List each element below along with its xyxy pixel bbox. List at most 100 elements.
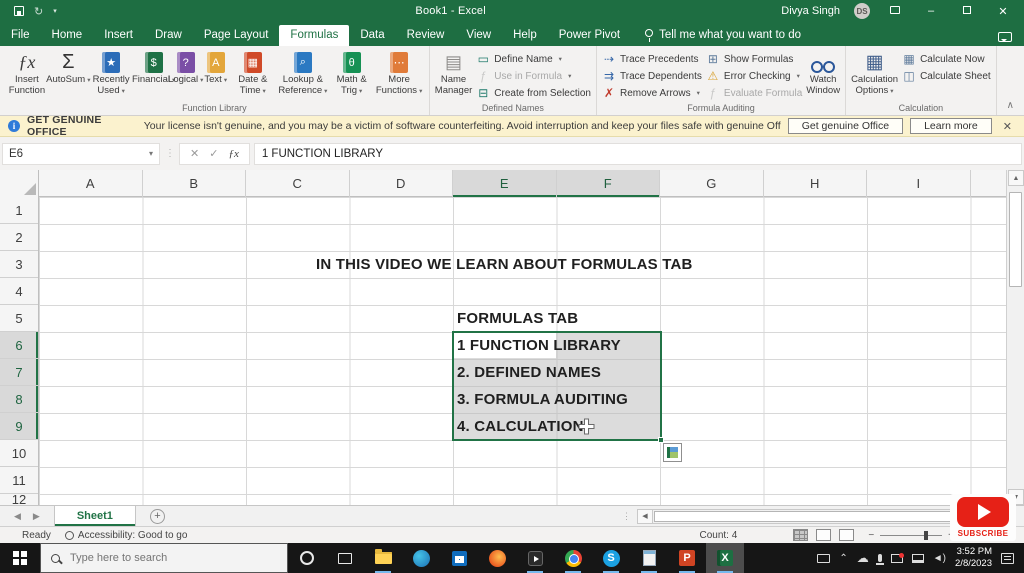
column-header-a[interactable]: A — [39, 170, 143, 197]
taskbar-app-chrome[interactable] — [554, 543, 592, 573]
row-header-5[interactable]: 5 — [0, 305, 38, 332]
math-trig-button[interactable]: θ Math & Trig ▾ — [331, 48, 373, 96]
screen-recorder-icon[interactable] — [890, 552, 904, 563]
learn-more-button[interactable]: Learn more — [910, 118, 992, 134]
calculation-options-button[interactable]: ▦ Calculation Options ▾ — [849, 48, 900, 96]
column-header-h[interactable]: H — [764, 170, 867, 197]
qat-dropdown-icon[interactable]: ▾ — [53, 7, 57, 15]
taskbar-app-edge[interactable] — [402, 543, 440, 573]
row-header-9[interactable]: 9 — [0, 413, 38, 440]
trace-dependents-button[interactable]: ⇉ Trace Dependents — [602, 68, 702, 84]
column-header-partial[interactable] — [971, 170, 1006, 197]
date-time-button[interactable]: ▦ Date & Time ▾ — [231, 48, 275, 96]
close-button[interactable]: ✕ — [992, 5, 1014, 18]
tab-formulas[interactable]: Formulas — [279, 25, 350, 46]
column-header-c[interactable]: C — [246, 170, 350, 197]
autosum-button[interactable]: Σ AutoSum ▾ — [46, 48, 90, 86]
text-button[interactable]: A Text ▾ — [201, 48, 231, 86]
tab-data[interactable]: Data — [349, 25, 395, 46]
horizontal-scrollbar[interactable]: ◀ — [637, 508, 958, 524]
formula-input[interactable]: 1 FUNCTION LIBRARY — [253, 142, 1022, 165]
normal-view-button[interactable] — [793, 529, 809, 541]
remove-arrows-button[interactable]: ✗ Remove Arrows ▾ — [602, 85, 702, 101]
name-box[interactable]: E6 ▾ — [2, 142, 160, 165]
action-center-icon[interactable] — [1001, 552, 1014, 564]
user-name[interactable]: Divya Singh — [781, 5, 840, 17]
evaluate-formula-button[interactable]: ƒ Evaluate Formula — [706, 85, 803, 101]
ribbon-display-options-button[interactable] — [884, 5, 906, 17]
row-header-2[interactable]: 2 — [0, 224, 38, 251]
taskbar-app-skype[interactable]: S — [592, 543, 630, 573]
lookup-reference-button[interactable]: ⌕ Lookup & Reference ▾ — [275, 48, 331, 96]
tab-view[interactable]: View — [455, 25, 502, 46]
watch-window-button[interactable]: Watch Window — [804, 48, 842, 96]
microphone-icon[interactable] — [875, 554, 884, 565]
column-header-g[interactable]: G — [660, 170, 764, 197]
touch-keyboard-icon[interactable] — [817, 553, 831, 563]
new-sheet-icon[interactable]: + — [149, 508, 165, 524]
tab-help[interactable]: Help — [502, 25, 548, 46]
scroll-left-icon[interactable]: ◀ — [637, 508, 653, 524]
cancel-entry-icon[interactable]: ✕ — [190, 147, 199, 160]
tab-page-layout[interactable]: Page Layout — [193, 25, 280, 46]
accessibility-status[interactable]: Accessibility: Good to go — [64, 530, 187, 541]
row-header-8[interactable]: 8 — [0, 386, 38, 413]
select-all-corner[interactable] — [0, 170, 39, 197]
tab-home[interactable]: Home — [41, 25, 94, 46]
name-manager-button[interactable]: ▤ Name Manager — [433, 48, 475, 96]
calculate-sheet-button[interactable]: ◫ Calculate Sheet — [902, 68, 990, 84]
page-layout-view-button[interactable] — [816, 529, 832, 541]
search-input[interactable] — [68, 551, 248, 565]
insert-function-button[interactable]: ƒx Insert Function — [3, 48, 51, 96]
trace-precedents-button[interactable]: ⇢ Trace Precedents — [602, 51, 702, 67]
row-header-1[interactable]: 1 — [0, 197, 38, 224]
comments-icon[interactable] — [998, 32, 1012, 42]
financial-button[interactable]: $ Financial ▾ — [132, 48, 175, 86]
taskbar-clock[interactable]: 3:52 PM 2/8/2023 — [955, 546, 992, 570]
quick-analysis-button[interactable] — [663, 443, 682, 462]
cell-banner-row3[interactable]: IN THIS VIDEO WE LEARN ABOUT FORMULAS TA… — [316, 251, 693, 278]
tab-draw[interactable]: Draw — [144, 25, 193, 46]
tab-review[interactable]: Review — [396, 25, 456, 46]
logical-button[interactable]: ? Logical ▾ — [168, 48, 203, 86]
tell-me-box[interactable]: Tell me what you want to do — [645, 29, 801, 46]
redo-icon[interactable]: ↻ — [34, 5, 43, 18]
scroll-up-icon[interactable]: ▲ — [1008, 170, 1024, 186]
column-header-b[interactable]: B — [143, 170, 246, 197]
create-from-selection-button[interactable]: ⊟ Create from Selection — [476, 85, 591, 101]
sheet-prev-icon[interactable]: ◀ — [14, 511, 21, 522]
minimize-button[interactable]: – — [920, 5, 942, 17]
taskbar-search[interactable] — [40, 543, 288, 573]
maximize-button[interactable] — [956, 5, 978, 17]
column-header-i[interactable]: I — [867, 170, 971, 197]
taskbar-app-notepad[interactable] — [630, 543, 668, 573]
taskbar-app-excel[interactable]: X — [706, 543, 744, 573]
row-header-7[interactable]: 7 — [0, 359, 38, 386]
error-checking-button[interactable]: ⚠ Error Checking ▾ — [706, 68, 802, 84]
more-functions-button[interactable]: ⋯ More Functions ▾ — [372, 48, 425, 96]
taskbar-app-cortana[interactable] — [288, 543, 326, 573]
save-icon[interactable] — [14, 6, 24, 16]
calculate-now-button[interactable]: ▦ Calculate Now — [902, 51, 991, 67]
tab-power-pivot[interactable]: Power Pivot — [548, 25, 631, 46]
tab-file[interactable]: File — [0, 25, 41, 46]
network-icon[interactable] — [911, 553, 924, 563]
cell-e5[interactable]: FORMULAS TAB — [457, 305, 578, 332]
taskbar-app-store[interactable] — [440, 543, 478, 573]
onedrive-icon[interactable]: ☁ — [857, 551, 869, 565]
sheet-tab-sheet1[interactable]: Sheet1 — [53, 506, 136, 526]
show-formulas-button[interactable]: ⊞ Show Formulas — [706, 51, 802, 67]
vertical-scrollbar[interactable]: ▲ ▼ — [1006, 170, 1024, 505]
get-genuine-office-button[interactable]: Get genuine Office — [787, 118, 904, 134]
tab-splitter-handle[interactable]: ⋮ — [622, 511, 637, 522]
recently-used-button[interactable]: ★ Recently Used ▾ — [86, 48, 137, 96]
warning-close-icon[interactable]: ✕ — [999, 120, 1016, 133]
taskbar-app-phone[interactable] — [516, 543, 554, 573]
page-break-view-button[interactable] — [839, 529, 855, 541]
insert-function-fx-icon[interactable]: ƒx — [228, 148, 238, 160]
column-header-e[interactable]: E — [453, 170, 557, 197]
row-header-6[interactable]: 6 — [0, 332, 38, 359]
start-button[interactable] — [0, 543, 40, 573]
name-box-dropdown-icon[interactable]: ▾ — [149, 149, 153, 158]
horizontal-scroll-thumb[interactable] — [654, 510, 951, 522]
